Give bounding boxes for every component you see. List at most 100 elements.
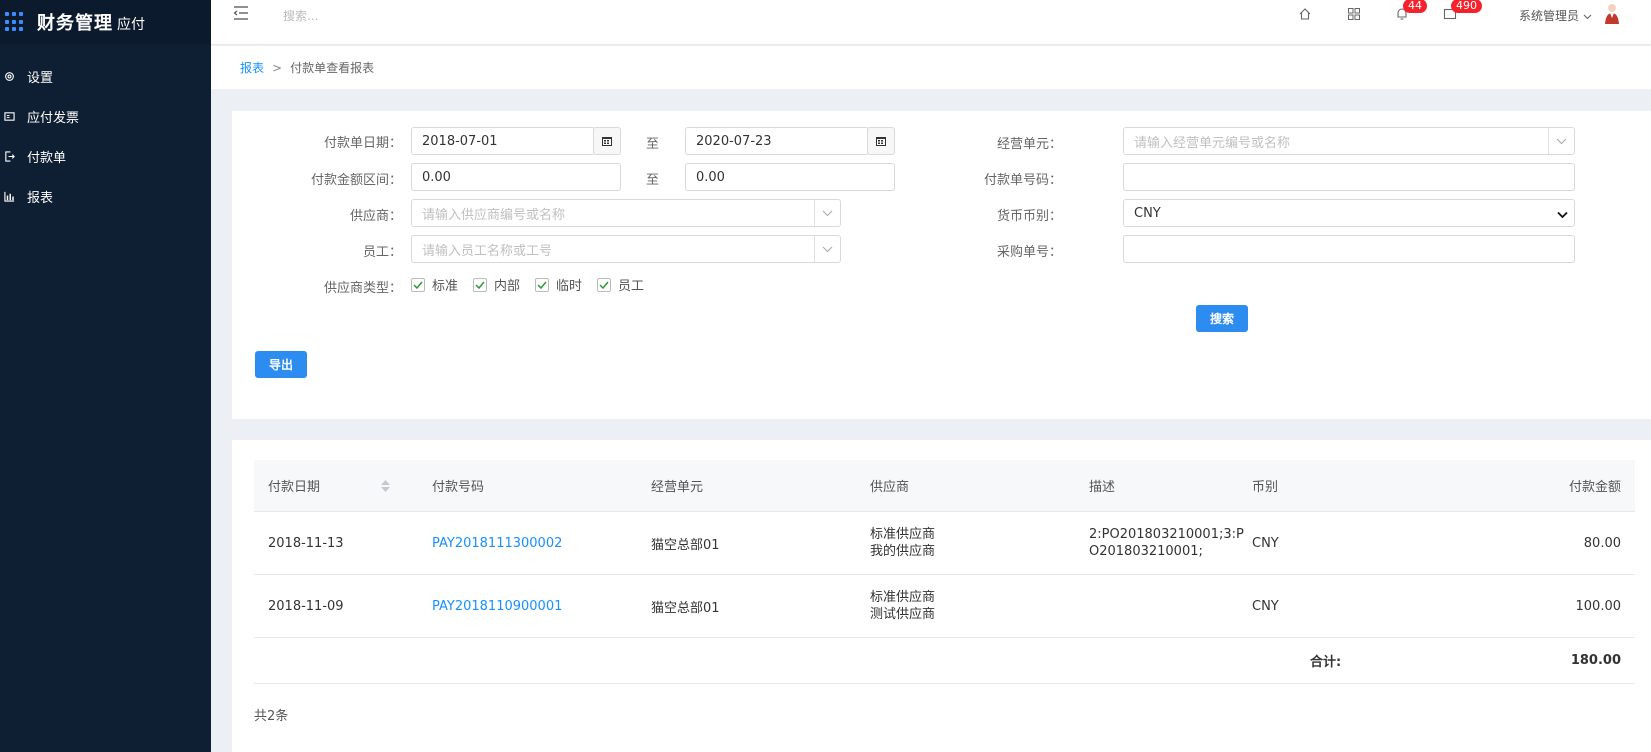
column-header-amount: 付款金额 bbox=[1568, 480, 1621, 495]
cell-date: 2018-11-13 bbox=[268, 535, 344, 551]
notifications-badge: 44 bbox=[1403, 0, 1427, 13]
gear-icon bbox=[4, 71, 15, 82]
supplier-type-standard-checkbox[interactable]: 标准 bbox=[411, 275, 458, 294]
sidebar: 财务管理 应付 设置 应付发票 付款单 报表 bbox=[0, 0, 211, 752]
chevron-down-icon[interactable] bbox=[1548, 128, 1574, 154]
payment-number-input[interactable] bbox=[1123, 163, 1575, 191]
sidebar-item-payments[interactable]: 付款单 bbox=[0, 136, 211, 176]
column-header-supplier: 供应商 bbox=[870, 480, 910, 495]
calendar-icon[interactable] bbox=[867, 127, 895, 155]
payment-icon bbox=[4, 150, 15, 162]
supplier-type-text: 标准供应商 bbox=[870, 590, 936, 605]
checkbox-label: 内部 bbox=[494, 279, 521, 294]
date-to-separator: 至 bbox=[646, 137, 660, 152]
supplier-type-employee-checkbox[interactable]: 员工 bbox=[597, 275, 644, 294]
checkmark-icon bbox=[535, 277, 550, 292]
amount-from-input[interactable]: 0.00 bbox=[411, 163, 621, 191]
apps-icon[interactable] bbox=[1347, 7, 1361, 21]
total-label: 合计: bbox=[1310, 655, 1342, 670]
cell-date: 2018-11-09 bbox=[268, 598, 344, 614]
breadcrumb: 报表 > 付款单查看报表 bbox=[211, 46, 1651, 89]
column-header-number: 付款号码 bbox=[432, 480, 485, 495]
menu-toggle-icon[interactable] bbox=[233, 6, 251, 20]
po-number-label: 采购单号： bbox=[996, 245, 1062, 260]
amount-to-separator: 至 bbox=[646, 173, 660, 188]
payment-date-label: 付款单日期： bbox=[323, 136, 402, 151]
chart-icon bbox=[4, 191, 15, 202]
payment-number-link[interactable]: PAY2018111300002 bbox=[432, 512, 562, 574]
checkmark-icon bbox=[473, 277, 488, 292]
table-total-row: 合计: 180.00 bbox=[254, 638, 1635, 684]
column-header-unit: 经营单元 bbox=[651, 480, 704, 495]
chevron-down-icon[interactable] bbox=[814, 236, 840, 262]
sidebar-item-label: 付款单 bbox=[27, 150, 67, 166]
breadcrumb-reports-link[interactable]: 报表 bbox=[240, 59, 264, 76]
bell-icon[interactable]: 44 bbox=[1395, 0, 1427, 21]
checkbox-label: 员工 bbox=[618, 279, 645, 294]
description-line: O201803210001; bbox=[1089, 544, 1203, 559]
business-unit-placeholder: 请输入经营单元编号或名称 bbox=[1134, 135, 1291, 151]
export-button[interactable]: 导出 bbox=[255, 351, 307, 378]
currency-value: CNY bbox=[1134, 205, 1161, 221]
supplier-name-text: 测试供应商 bbox=[870, 607, 936, 622]
supplier-label: 供应商： bbox=[349, 209, 402, 224]
cell-unit: 猫空总部01 bbox=[651, 600, 720, 616]
app-title: 财务管理 bbox=[37, 13, 113, 34]
breadcrumb-separator: > bbox=[272, 60, 283, 75]
table-header: 付款日期 付款号码 经营单元 供应商 描述 币别 付款金额 bbox=[254, 460, 1635, 512]
cell-supplier: 标准供应商 我的供应商 bbox=[870, 512, 935, 574]
filter-panel: 付款单日期： 2018-07-01 至 2020-07-23 付款金额区间： 0… bbox=[232, 111, 1651, 419]
chevron-down-icon[interactable] bbox=[814, 200, 840, 226]
date-from-input[interactable]: 2018-07-01 bbox=[411, 127, 595, 155]
column-header-date[interactable]: 付款日期 bbox=[268, 460, 391, 511]
brand: 财务管理 应付 bbox=[0, 0, 211, 44]
amount-range-label: 付款金额区间： bbox=[310, 173, 402, 188]
employee-select[interactable]: 请输入员工名称或工号 bbox=[411, 235, 841, 263]
date-to-input[interactable]: 2020-07-23 bbox=[685, 127, 869, 155]
apps-grid-icon[interactable] bbox=[5, 12, 25, 32]
supplier-type-label: 供应商类型： bbox=[323, 281, 402, 296]
checkmark-icon bbox=[597, 277, 612, 292]
cell-supplier: 标准供应商 测试供应商 bbox=[870, 575, 935, 637]
sidebar-item-reports[interactable]: 报表 bbox=[0, 176, 211, 216]
chevron-down-icon bbox=[1583, 9, 1592, 23]
employee-placeholder: 请输入员工名称或工号 bbox=[422, 243, 553, 259]
column-header-description: 描述 bbox=[1089, 480, 1116, 495]
column-header-currency: 币别 bbox=[1252, 480, 1279, 495]
business-unit-select[interactable]: 请输入经营单元编号或名称 bbox=[1123, 127, 1575, 155]
breadcrumb-current: 付款单查看报表 bbox=[290, 61, 375, 75]
calendar-icon[interactable] bbox=[593, 127, 621, 155]
sidebar-item-invoices[interactable]: 应付发票 bbox=[0, 96, 211, 136]
messages-badge: 490 bbox=[1451, 0, 1482, 13]
cell-currency: CNY bbox=[1252, 535, 1279, 551]
supplier-name-text: 我的供应商 bbox=[870, 544, 936, 559]
sidebar-menu: 设置 应付发票 付款单 报表 bbox=[0, 56, 211, 216]
cell-unit: 猫空总部01 bbox=[651, 537, 720, 553]
amount-to-input[interactable]: 0.00 bbox=[685, 163, 895, 191]
user-menu[interactable]: 系统管理员 bbox=[1519, 7, 1592, 24]
supplier-placeholder: 请输入供应商编号或名称 bbox=[422, 207, 566, 223]
home-icon[interactable] bbox=[1298, 7, 1312, 21]
supplier-select[interactable]: 请输入供应商编号或名称 bbox=[411, 199, 841, 227]
sidebar-item-label: 设置 bbox=[27, 70, 54, 86]
message-icon[interactable]: 490 bbox=[1443, 0, 1482, 21]
cell-amount: 100.00 bbox=[1575, 598, 1622, 614]
supplier-type-temporary-checkbox[interactable]: 临时 bbox=[535, 275, 582, 294]
sidebar-item-settings[interactable]: 设置 bbox=[0, 56, 211, 96]
table-row: 2018-11-09 PAY2018110900001 猫空总部01 标准供应商… bbox=[254, 575, 1635, 638]
currency-label: 货币币别： bbox=[996, 209, 1062, 224]
sort-icon[interactable] bbox=[380, 478, 391, 494]
record-count: 共2条 bbox=[254, 709, 289, 724]
payment-number-link[interactable]: PAY2018110900001 bbox=[432, 575, 562, 637]
user-name: 系统管理员 bbox=[1519, 9, 1580, 23]
po-number-input[interactable] bbox=[1123, 235, 1575, 263]
search-button[interactable]: 搜索 bbox=[1196, 305, 1248, 332]
total-value: 180.00 bbox=[1570, 653, 1621, 668]
search-input[interactable] bbox=[283, 5, 583, 27]
description-line: 2:PO201803210001;3:P bbox=[1089, 527, 1244, 542]
avatar[interactable] bbox=[1603, 2, 1621, 24]
supplier-type-internal-checkbox[interactable]: 内部 bbox=[473, 275, 520, 294]
business-unit-label: 经营单元： bbox=[996, 137, 1062, 152]
currency-select[interactable]: CNY bbox=[1123, 199, 1575, 227]
app-subtitle: 应付 bbox=[117, 17, 145, 33]
